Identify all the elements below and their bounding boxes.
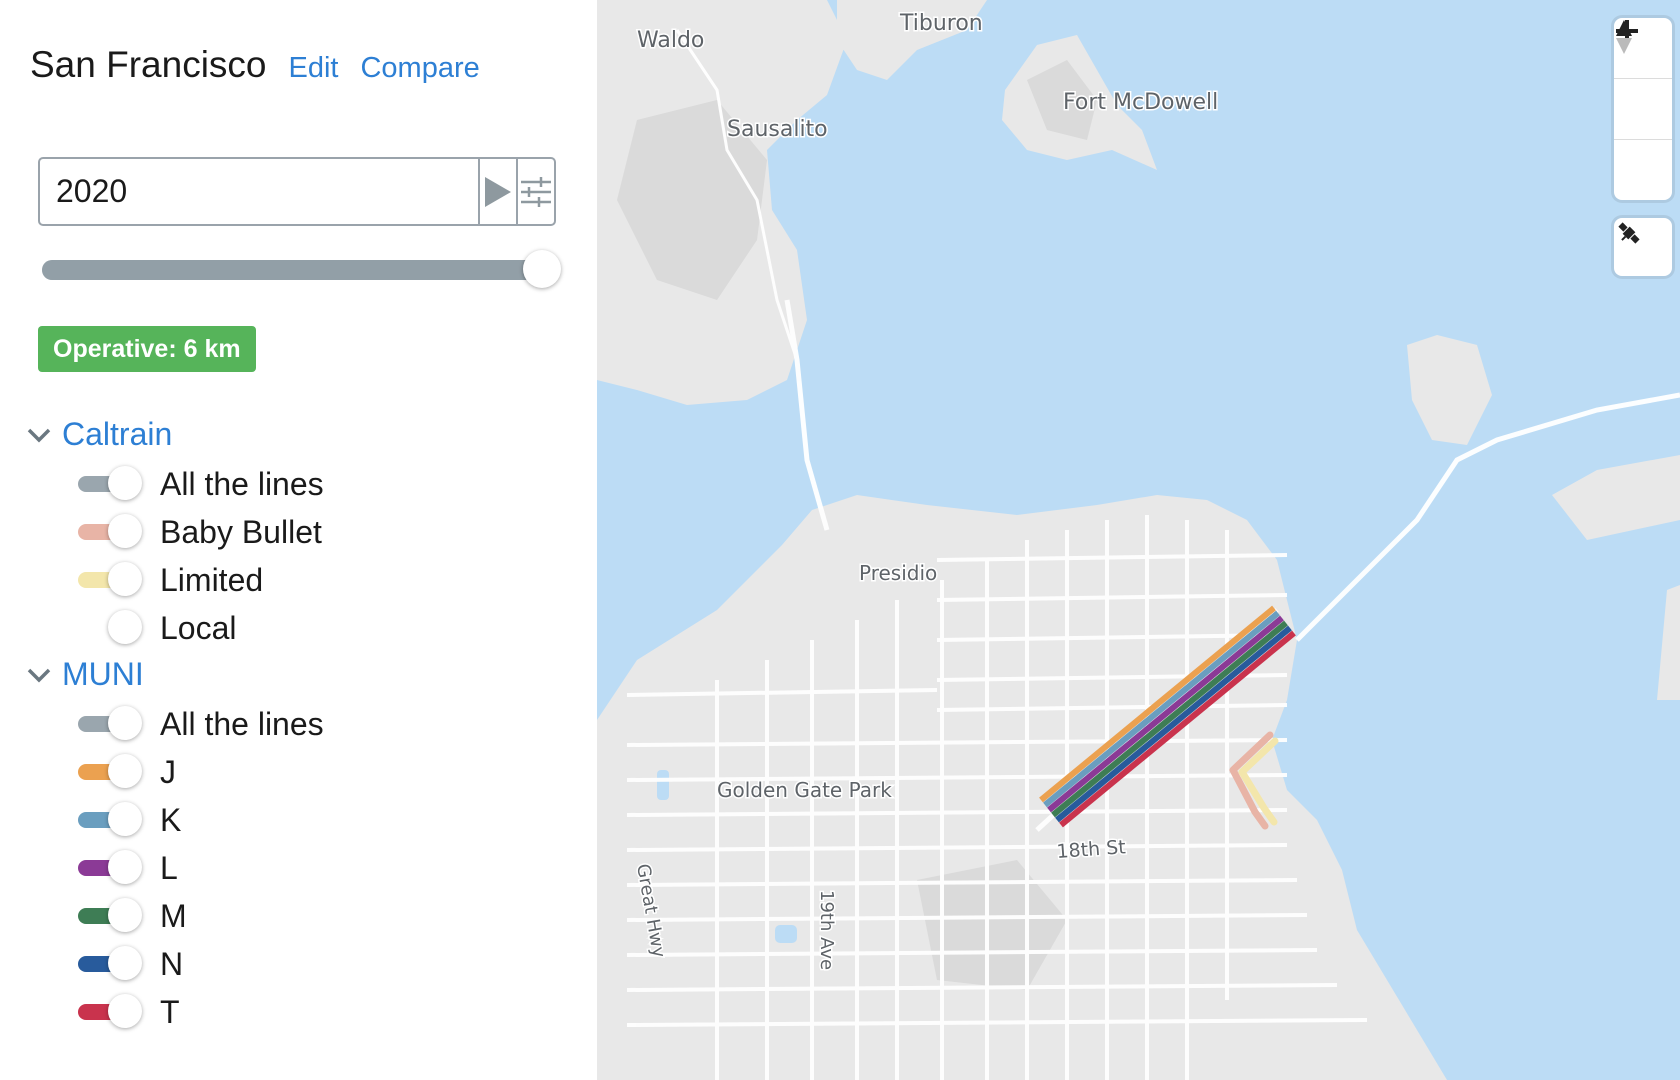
status-badge: Operative: 6 km: [38, 326, 256, 372]
line-toggle-row[interactable]: Baby Bullet: [78, 512, 322, 552]
group-name: MUNI: [62, 656, 144, 692]
line-label: Baby Bullet: [160, 513, 322, 550]
line-label: N: [160, 945, 184, 982]
line-toggle[interactable]: [78, 512, 144, 552]
map-label-sausalito: Sausalito: [727, 117, 828, 142]
compare-link[interactable]: Compare: [360, 52, 479, 85]
toggle-knob: [108, 610, 142, 644]
zoom-out-button[interactable]: [1614, 29, 1672, 139]
play-icon: [485, 176, 511, 207]
line-toggle[interactable]: [78, 848, 144, 888]
map-label-tiburon: Tiburon: [899, 11, 983, 36]
treasure-island: [1407, 335, 1492, 445]
line-toggle-row[interactable]: N: [78, 944, 183, 984]
satellite-icon: [1618, 222, 1640, 244]
line-toggle[interactable]: [78, 800, 144, 840]
line-toggle[interactable]: [78, 608, 144, 648]
slider-fill: [42, 260, 542, 280]
map-label-19th-ave: 19th Ave: [816, 890, 837, 970]
line-toggle[interactable]: [78, 752, 144, 792]
slider-thumb[interactable]: [523, 250, 561, 288]
toggle-knob: [108, 754, 142, 788]
year-input[interactable]: [40, 159, 478, 224]
map-label-waldo: Waldo: [637, 28, 704, 53]
toggle-knob: [108, 466, 142, 500]
line-toggle[interactable]: [78, 560, 144, 600]
year-control: [38, 157, 556, 226]
toggle-knob: [108, 898, 142, 932]
line-toggle[interactable]: [78, 992, 144, 1032]
map-canvas[interactable]: Waldo Tiburon Fort McDowell Sausalito Pr…: [597, 0, 1680, 1080]
line-toggle[interactable]: [78, 944, 144, 984]
satellite-button[interactable]: [1614, 218, 1672, 276]
map-label-presidio: Presidio: [859, 561, 937, 585]
line-toggle-row[interactable]: Limited: [78, 560, 263, 600]
edit-link[interactable]: Edit: [289, 52, 339, 85]
title-row: San Francisco Edit Compare: [30, 44, 480, 86]
toggle-knob: [108, 850, 142, 884]
satellite-control: [1614, 218, 1672, 276]
line-toggle-row[interactable]: L: [78, 848, 178, 888]
toggle-knob: [108, 562, 142, 596]
chevron-down-icon: [27, 428, 51, 442]
map-label-golden-gate-park: Golden Gate Park: [717, 778, 892, 802]
line-label: All the lines: [160, 705, 324, 742]
line-label: J: [160, 753, 176, 790]
line-label: L: [160, 849, 178, 886]
line-toggle[interactable]: [78, 704, 144, 744]
page-title: San Francisco: [30, 44, 267, 85]
settings-button[interactable]: [516, 159, 554, 224]
year-slider[interactable]: [42, 250, 561, 288]
toggle-knob: [108, 514, 142, 548]
line-toggle-row[interactable]: M: [78, 896, 187, 936]
toggle-knob: [108, 706, 142, 740]
toggle-knob: [108, 946, 142, 980]
map-label-fort-mcdowell: Fort McDowell: [1063, 90, 1218, 115]
sidebar: San Francisco Edit Compare Operative: 6 …: [0, 0, 597, 1080]
play-button[interactable]: [478, 159, 516, 224]
line-label: Local: [160, 609, 237, 646]
east-bay-shore: [1552, 455, 1680, 540]
group-header-muni[interactable]: MUNI: [26, 656, 144, 693]
line-toggle-row[interactable]: J: [78, 752, 176, 792]
line-toggle[interactable]: [78, 896, 144, 936]
east-bay-edge: [1657, 585, 1680, 700]
toggle-knob: [108, 802, 142, 836]
line-label: M: [160, 897, 187, 934]
line-toggle-row[interactable]: K: [78, 800, 181, 840]
line-toggle-row[interactable]: Local: [78, 608, 237, 648]
line-toggle[interactable]: [78, 464, 144, 504]
line-label: K: [160, 801, 182, 838]
compass-button[interactable]: [1614, 20, 1672, 200]
line-toggle-row[interactable]: T: [78, 992, 180, 1032]
line-label: T: [160, 993, 180, 1030]
sliders-icon: [521, 176, 551, 207]
zoom-controls: [1614, 18, 1672, 200]
group-name: Caltrain: [62, 416, 173, 452]
group-header-caltrain[interactable]: Caltrain: [26, 416, 172, 453]
line-toggle-row[interactable]: All the lines: [78, 464, 324, 504]
compass-icon: [1616, 20, 1632, 54]
chevron-down-icon: [27, 668, 51, 682]
line-toggle-row[interactable]: All the lines: [78, 704, 324, 744]
line-label: Limited: [160, 561, 264, 598]
toggle-knob: [108, 994, 142, 1028]
map[interactable]: Waldo Tiburon Fort McDowell Sausalito Pr…: [597, 0, 1680, 1080]
line-label: All the lines: [160, 465, 324, 502]
